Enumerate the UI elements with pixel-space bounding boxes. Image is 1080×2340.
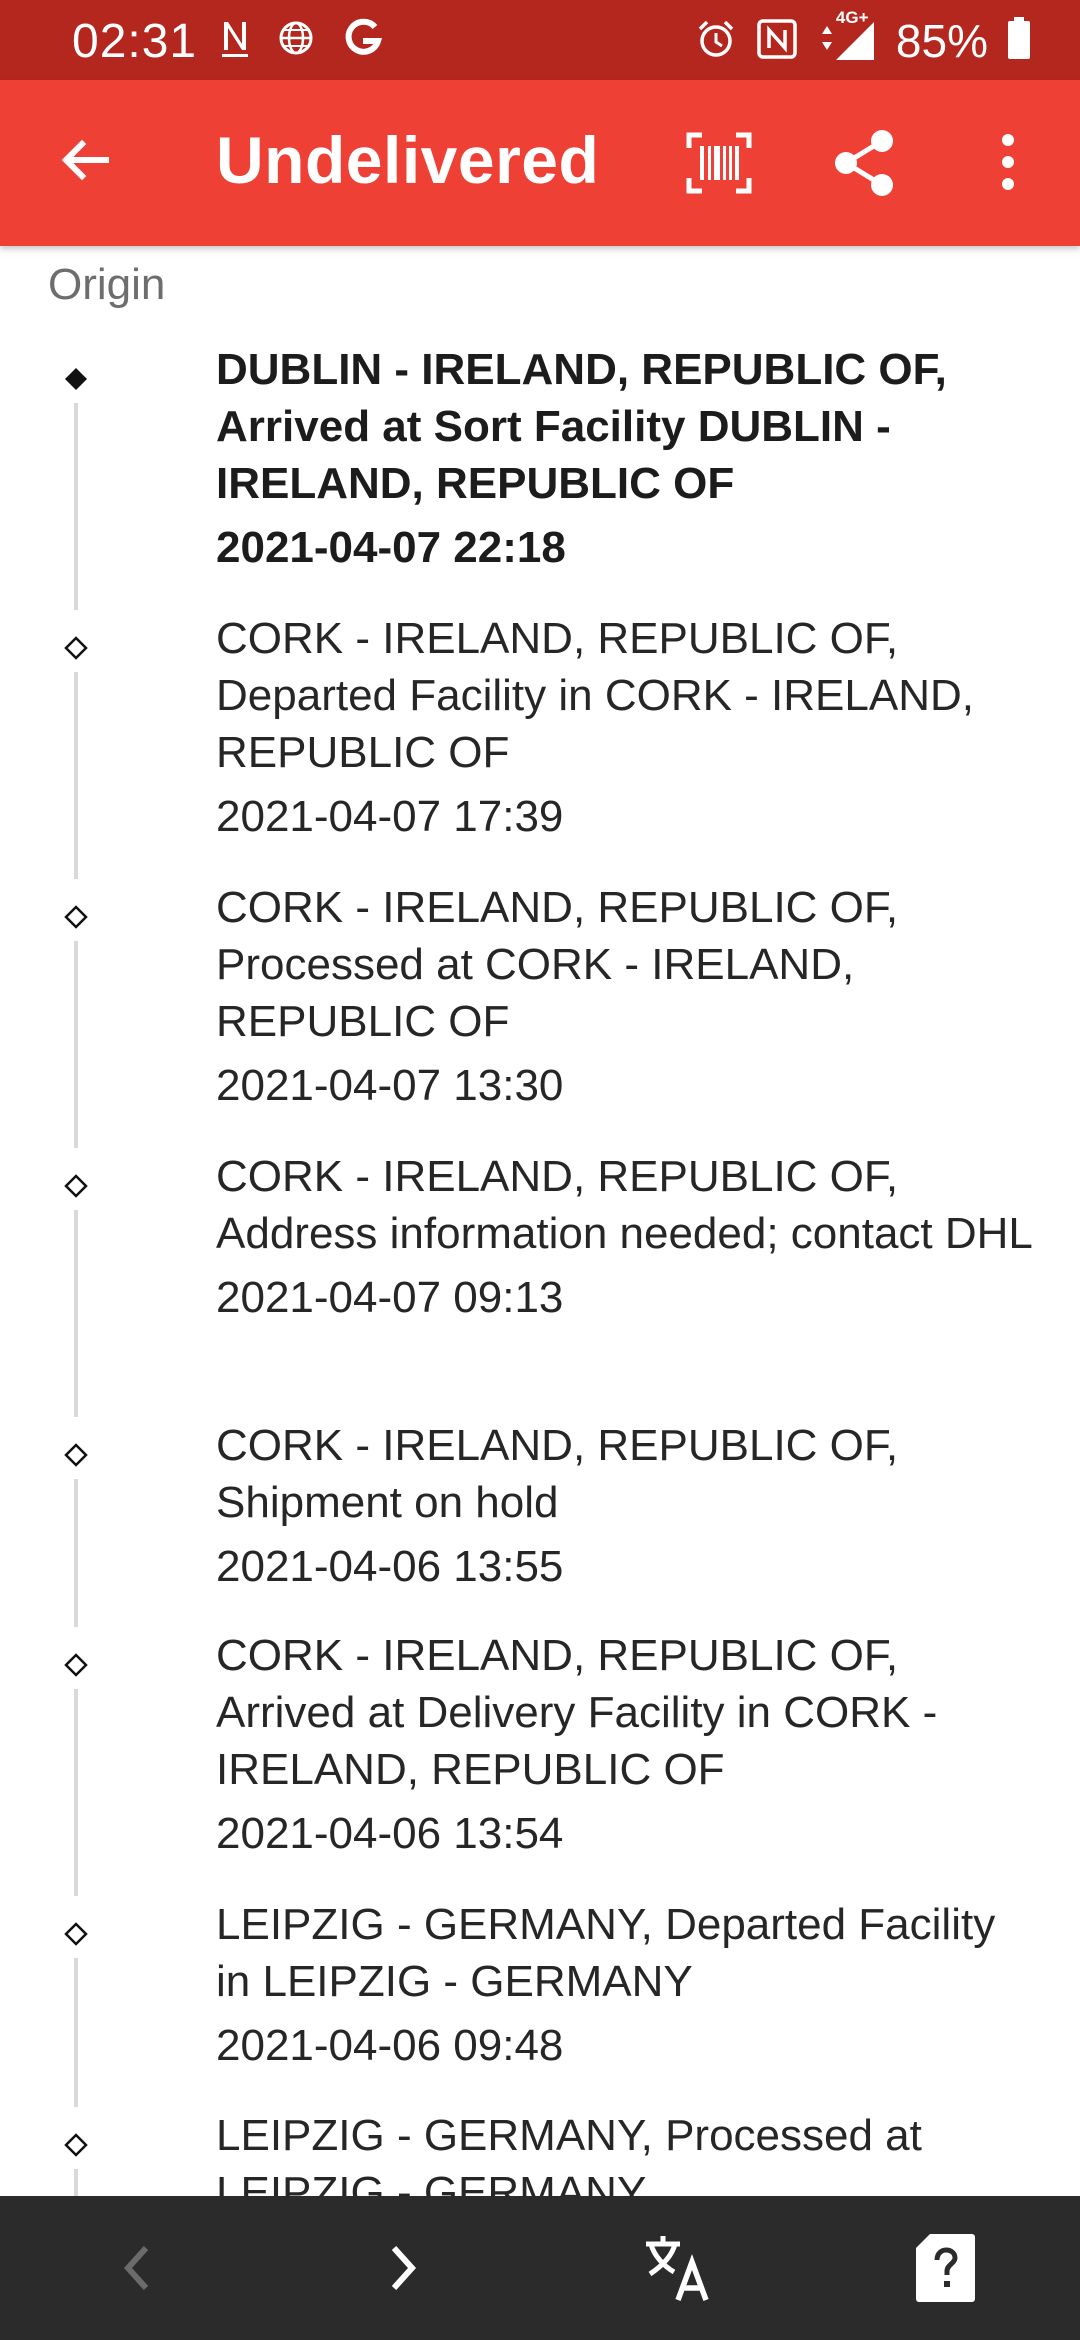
tracking-screen: 02:31 4G+ 85% Undelivered Origin DUBLIN … xyxy=(0,0,1080,2340)
diamond-outline-icon xyxy=(64,1653,88,1677)
arrow-back-icon xyxy=(61,139,109,181)
diamond-outline-icon xyxy=(64,1922,88,1946)
event-text: DUBLIN - IRELAND, REPUBLIC OF, Arrived a… xyxy=(216,341,1036,576)
timeline-connector xyxy=(74,1689,78,1896)
diamond-filled-icon xyxy=(65,368,87,390)
n-icon xyxy=(220,16,250,65)
bottom-nav-bar xyxy=(0,2196,1080,2340)
event-datetime: 2021-04-07 22:18 xyxy=(216,523,566,572)
tracking-event: DUBLIN - IRELAND, REPUBLIC OF, Arrived a… xyxy=(0,341,1080,610)
diamond-outline-icon xyxy=(64,1174,88,1198)
tracking-event: CORK - IRELAND, REPUBLIC OF, Departed Fa… xyxy=(0,610,1080,879)
status-right-icons: 4G+ 85% xyxy=(694,8,1032,68)
app-bar: Undelivered xyxy=(0,80,1080,246)
status-time: 02:31 xyxy=(72,15,198,68)
more-vert-icon xyxy=(1002,134,1014,190)
more-options-button[interactable] xyxy=(988,132,1028,192)
event-datetime: 2021-04-07 17:39 xyxy=(216,792,564,841)
tracking-event: LEIPZIG - GERMANY, Departed Facility in … xyxy=(0,1896,1080,2107)
event-description: LEIPZIG - GERMANY, Departed Facility in … xyxy=(216,1900,996,2006)
battery-icon xyxy=(1006,16,1032,66)
timeline-connector xyxy=(74,1479,78,1627)
origin-label: Origin xyxy=(48,260,166,309)
tracking-event: CORK - IRELAND, REPUBLIC OF, Processed a… xyxy=(0,879,1080,1148)
nfc-icon xyxy=(756,18,798,65)
tracking-content[interactable]: Origin DUBLIN - IRELAND, REPUBLIC OF, Ar… xyxy=(0,246,1080,2196)
signal-4g-icon: 4G+ xyxy=(816,8,878,67)
page-title: Undelivered xyxy=(216,123,600,197)
event-text: LEIPZIG - GERMANY, Departed Facility in … xyxy=(216,1896,1036,2074)
event-description: CORK - IRELAND, REPUBLIC OF, Address inf… xyxy=(216,1152,1033,1258)
back-button[interactable] xyxy=(46,124,122,200)
diamond-outline-icon xyxy=(64,905,88,929)
timeline-connector xyxy=(74,1210,78,1417)
network-label: 4G+ xyxy=(835,7,869,27)
tracking-timeline: DUBLIN - IRELAND, REPUBLIC OF, Arrived a… xyxy=(0,341,1080,2196)
event-description: CORK - IRELAND, REPUBLIC OF, Shipment on… xyxy=(216,1421,899,1527)
battery-percentage: 85% xyxy=(895,15,988,67)
status-left-icons xyxy=(220,16,384,65)
event-description: DUBLIN - IRELAND, REPUBLIC OF, Arrived a… xyxy=(216,345,947,508)
tracking-event: CORK - IRELAND, REPUBLIC OF, Address inf… xyxy=(0,1148,1080,1417)
globe-icon xyxy=(276,18,316,63)
event-description: CORK - IRELAND, REPUBLIC OF, Departed Fa… xyxy=(216,614,974,777)
event-datetime: 2021-04-07 09:13 xyxy=(216,1273,564,1322)
status-bar: 02:31 4G+ 85% xyxy=(0,0,1080,80)
event-text: CORK - IRELAND, REPUBLIC OF, Address inf… xyxy=(216,1148,1036,1326)
event-description: CORK - IRELAND, REPUBLIC OF, Arrived at … xyxy=(216,1631,938,1794)
event-datetime: 2021-04-06 13:55 xyxy=(216,1542,564,1591)
diamond-outline-icon xyxy=(64,2133,88,2157)
help-button[interactable] xyxy=(914,2232,976,2309)
event-datetime: 2021-04-06 09:48 xyxy=(216,2021,564,2070)
translate-icon xyxy=(646,2236,709,2301)
timeline-connector xyxy=(74,2169,78,2196)
event-text: CORK - IRELAND, REPUBLIC OF, Arrived at … xyxy=(216,1627,1036,1862)
chevron-left-icon xyxy=(123,2245,149,2291)
tracking-event: CORK - IRELAND, REPUBLIC OF, Arrived at … xyxy=(0,1627,1080,1896)
event-text: CORK - IRELAND, REPUBLIC OF, Departed Fa… xyxy=(216,610,1036,845)
barcode-scan-icon xyxy=(686,132,752,194)
event-datetime: 2021-04-07 13:30 xyxy=(216,1061,564,1110)
diamond-outline-icon xyxy=(64,636,88,660)
g-icon xyxy=(342,17,384,64)
event-text: CORK - IRELAND, REPUBLIC OF, Processed a… xyxy=(216,879,1036,1114)
share-icon xyxy=(835,130,893,196)
chevron-right-icon xyxy=(391,2245,417,2291)
help-card-icon xyxy=(916,2234,975,2302)
timeline-connector xyxy=(74,1958,78,2107)
barcode-scan-button[interactable] xyxy=(686,132,752,194)
event-text: LEIPZIG - GERMANY, Processed at LEIPZIG … xyxy=(216,2107,1036,2196)
tracking-event: CORK - IRELAND, REPUBLIC OF, Shipment on… xyxy=(0,1417,1080,1627)
timeline-connector xyxy=(74,941,78,1148)
event-text: CORK - IRELAND, REPUBLIC OF, Shipment on… xyxy=(216,1417,1036,1595)
translate-button[interactable] xyxy=(640,2230,716,2311)
previous-button[interactable] xyxy=(116,2236,156,2305)
event-description: LEIPZIG - GERMANY, Processed at LEIPZIG … xyxy=(216,2111,922,2196)
event-datetime: 2021-04-06 13:54 xyxy=(216,1809,564,1858)
next-button[interactable] xyxy=(384,2236,424,2305)
diamond-outline-icon xyxy=(64,1443,88,1467)
share-button[interactable] xyxy=(832,128,898,198)
tracking-event: LEIPZIG - GERMANY, Processed at LEIPZIG … xyxy=(0,2107,1080,2196)
alarm-icon xyxy=(694,17,738,66)
timeline-connector xyxy=(74,403,78,610)
event-description: CORK - IRELAND, REPUBLIC OF, Processed a… xyxy=(216,883,899,1046)
timeline-connector xyxy=(74,672,78,879)
